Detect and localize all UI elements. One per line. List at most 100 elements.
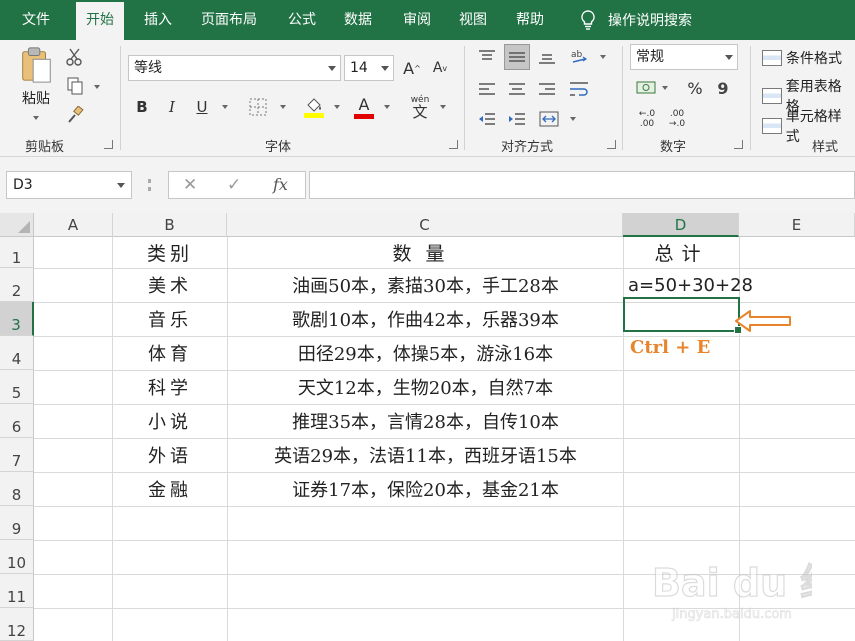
row-header-6[interactable]: 6 <box>0 404 34 438</box>
align-right-button[interactable] <box>534 76 560 102</box>
borders-button[interactable] <box>246 95 270 119</box>
top-align-button[interactable] <box>474 44 500 70</box>
row-header-4[interactable]: 4 <box>0 336 34 370</box>
font-color-button[interactable]: A <box>352 93 376 121</box>
italic-button[interactable]: I <box>161 95 183 119</box>
middle-align-button[interactable] <box>504 44 530 70</box>
wrap-text-button[interactable] <box>566 76 592 102</box>
cell-c3[interactable]: 歌剧10本，作曲42本，乐器39本 <box>228 302 623 336</box>
cell-b4[interactable]: 体育 <box>113 336 227 370</box>
format-painter-button[interactable] <box>64 104 86 126</box>
phonetic-guide-button[interactable]: wén 文 <box>406 93 434 121</box>
shrink-font-button[interactable]: Av <box>428 56 452 80</box>
percent-style-button[interactable]: % <box>684 76 706 100</box>
font-size-select[interactable]: 14 <box>344 55 394 81</box>
column-header-a[interactable]: A <box>34 213 113 237</box>
tell-me-search[interactable]: 操作说明搜索 <box>580 0 692 40</box>
accounting-format-button[interactable] <box>634 76 658 100</box>
insert-function-icon[interactable]: fx <box>273 175 288 194</box>
cell-b1[interactable]: 类别 <box>113 237 227 268</box>
cancel-icon[interactable]: ✕ <box>183 175 197 195</box>
tab-help[interactable]: 帮助 <box>516 0 544 40</box>
cell-styles-button[interactable]: 单元格样式 <box>762 106 855 146</box>
row-header-2[interactable]: 2 <box>0 268 34 302</box>
select-all-button[interactable] <box>0 213 34 237</box>
tab-page-layout[interactable]: 页面布局 <box>201 0 257 40</box>
cell-b7[interactable]: 外语 <box>113 438 227 472</box>
active-cell-d3[interactable] <box>623 297 742 334</box>
formula-bar-splitter[interactable] <box>148 179 151 191</box>
tab-review[interactable]: 审阅 <box>403 0 431 40</box>
cell-b8[interactable]: 金融 <box>113 472 227 506</box>
increase-decimal-top: ←.0 <box>638 109 656 119</box>
cell-b2[interactable]: 美术 <box>113 268 227 302</box>
column-header-b[interactable]: B <box>113 213 227 237</box>
align-left-button[interactable] <box>474 76 500 102</box>
shrink-font-icon: A <box>432 60 443 76</box>
alignment-launcher-icon[interactable] <box>607 140 616 149</box>
cell-c6[interactable]: 推理35本，言情28本，自传10本 <box>228 404 623 438</box>
number-launcher-icon[interactable] <box>734 140 743 149</box>
cell-c2[interactable]: 油画50本，素描30本，手工28本 <box>228 268 623 302</box>
cell-c7[interactable]: 英语29本，法语11本，西班牙语15本 <box>228 438 623 472</box>
align-left-icon <box>479 83 495 95</box>
row-header-9[interactable]: 9 <box>0 506 34 540</box>
tab-formulas[interactable]: 公式 <box>288 0 316 40</box>
column-header-c[interactable]: C <box>227 213 623 237</box>
align-bottom-icon <box>539 54 555 64</box>
grow-font-button[interactable]: A ^ <box>400 56 424 80</box>
column-header-e[interactable]: E <box>739 213 855 237</box>
cell-styles-icon <box>762 118 782 134</box>
row-header-11[interactable]: 11 <box>0 574 34 608</box>
tab-insert[interactable]: 插入 <box>144 0 172 40</box>
tab-view[interactable]: 视图 <box>459 0 487 40</box>
orientation-button[interactable]: ab <box>566 44 592 70</box>
number-format-select[interactable]: 常规 <box>630 44 738 70</box>
font-launcher-icon[interactable] <box>449 140 458 149</box>
row-header-12[interactable]: 12 <box>0 608 34 641</box>
bottom-align-button[interactable] <box>534 44 560 70</box>
increase-indent-button[interactable] <box>504 106 530 132</box>
copy-button[interactable] <box>64 75 86 97</box>
tab-file[interactable]: 文件 <box>22 0 50 40</box>
cell-c1[interactable]: 数量 <box>228 237 623 268</box>
row-header-1[interactable]: 1 <box>0 237 34 268</box>
font-name-select[interactable]: 等线 <box>128 55 341 81</box>
row-header-8[interactable]: 8 <box>0 472 34 506</box>
row-header-5[interactable]: 5 <box>0 370 34 404</box>
align-center-button[interactable] <box>504 76 530 102</box>
formula-bar: D3 ✕ ✓ fx <box>0 157 855 213</box>
name-box[interactable]: D3 <box>6 171 132 199</box>
decrease-decimal-button[interactable]: .00 →.0 <box>664 106 690 132</box>
column-header-d[interactable]: D <box>623 213 739 237</box>
font-size-value: 14 <box>350 60 368 76</box>
clipboard-launcher-icon[interactable] <box>104 140 113 149</box>
cut-button[interactable] <box>64 46 86 68</box>
ribbon-tab-bar: 文件 开始 插入 页面布局 公式 数据 审阅 视图 帮助 操作说明搜索 <box>0 0 855 40</box>
paste-button[interactable]: 粘贴 <box>14 46 58 108</box>
cell-c8[interactable]: 证券17本，保险20本，基金21本 <box>228 472 623 506</box>
merge-center-button[interactable] <box>536 106 562 132</box>
tab-data[interactable]: 数据 <box>344 0 372 40</box>
row-header-7[interactable]: 7 <box>0 438 34 472</box>
increase-decimal-button[interactable]: ←.0 .00 <box>634 106 660 132</box>
cell-b3[interactable]: 音乐 <box>113 302 227 336</box>
cell-b5[interactable]: 科学 <box>113 370 227 404</box>
underline-button[interactable]: U <box>191 95 213 119</box>
cell-c5[interactable]: 天文12本，生物20本，自然7本 <box>228 370 623 404</box>
paste-label: 粘贴 <box>22 91 50 107</box>
tab-home[interactable]: 开始 <box>76 2 124 40</box>
conditional-formatting-button[interactable]: 条件格式 <box>762 48 842 68</box>
bold-button[interactable]: B <box>131 95 153 119</box>
fill-color-button[interactable] <box>302 93 326 121</box>
row-header-3[interactable]: 3 <box>0 302 34 336</box>
row-header-10[interactable]: 10 <box>0 540 34 574</box>
cell-b6[interactable]: 小说 <box>113 404 227 438</box>
cell-c4[interactable]: 田径29本，体操5本，游泳16本 <box>228 336 623 370</box>
decrease-indent-button[interactable] <box>474 106 500 132</box>
comma-style-button[interactable]: 9 <box>712 76 734 100</box>
enter-icon[interactable]: ✓ <box>227 175 241 195</box>
formula-input[interactable] <box>309 171 855 199</box>
worksheet-grid: A B C D E 1 2 3 4 5 6 7 8 9 10 11 12 类别 … <box>0 213 855 641</box>
cell-d1[interactable]: 总计 <box>624 237 739 268</box>
